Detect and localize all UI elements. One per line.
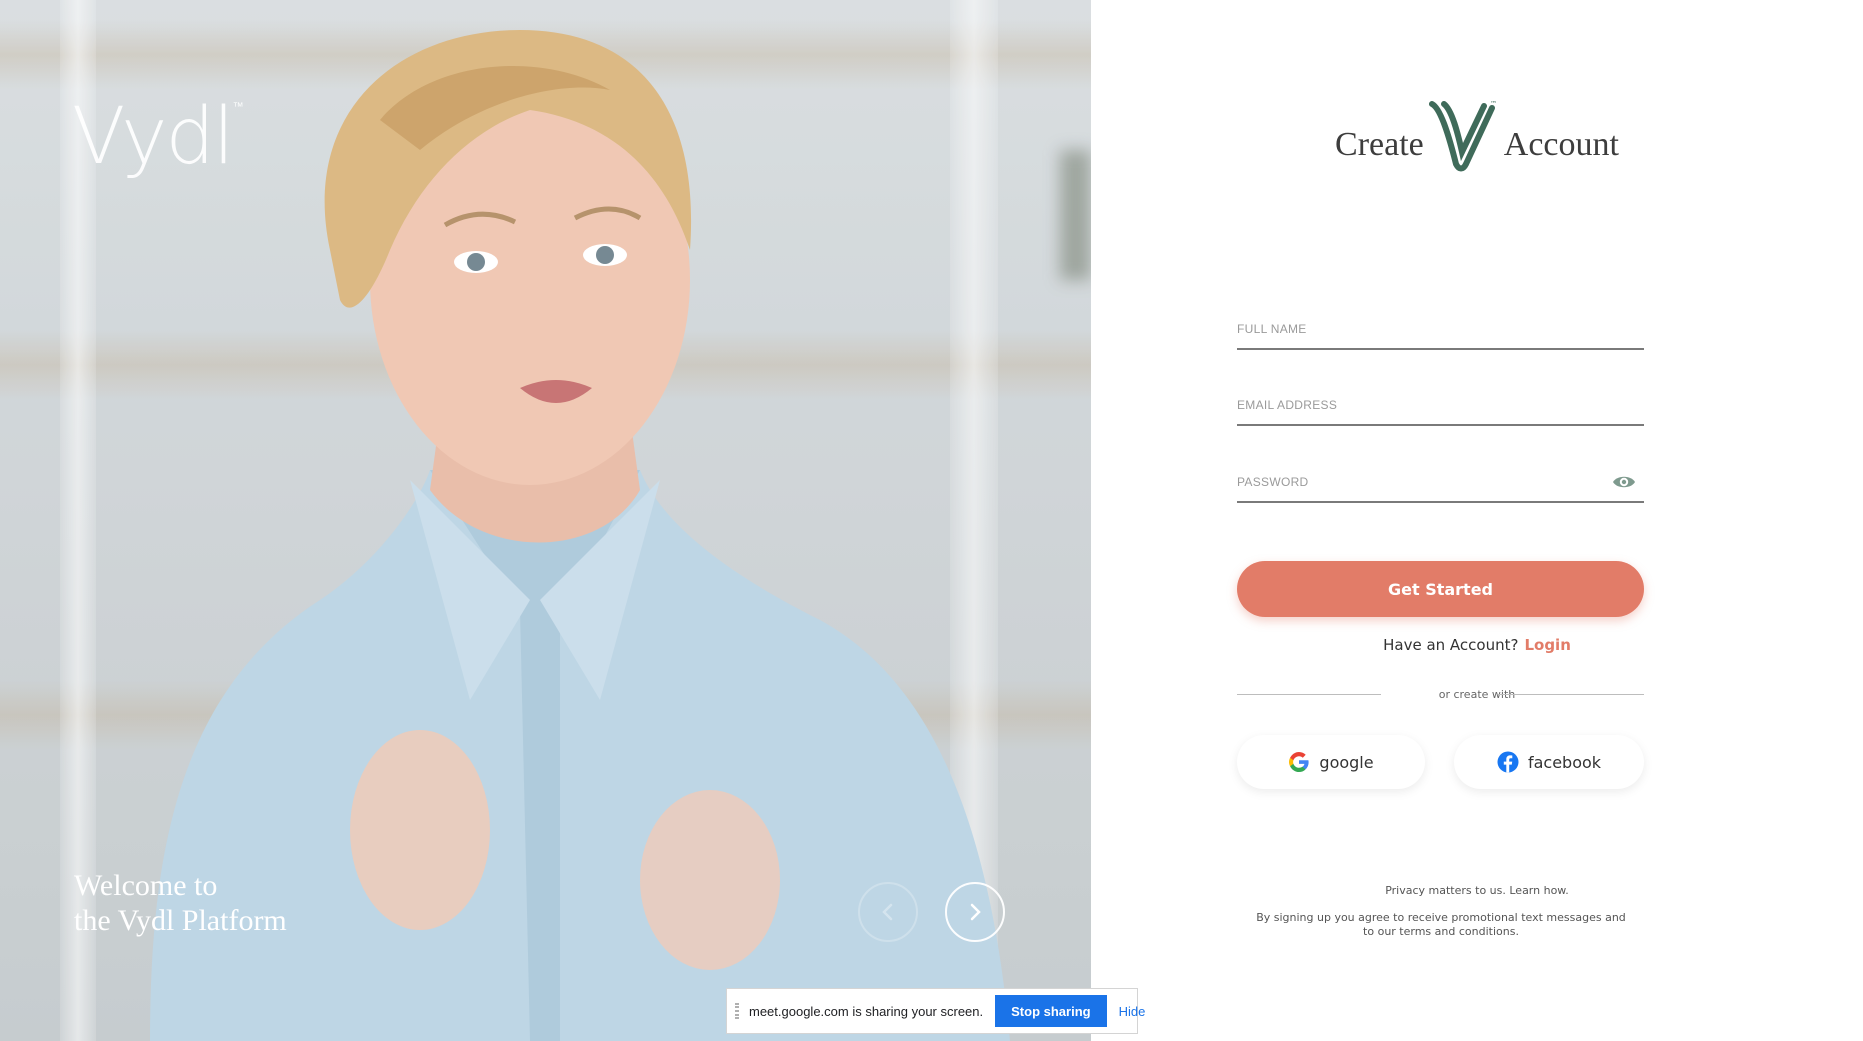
chevron-right-icon: [970, 903, 981, 921]
have-account-text: Have an Account?: [1383, 636, 1519, 654]
hide-button[interactable]: Hide: [1119, 1004, 1146, 1019]
email-field-wrapper: [1237, 386, 1644, 426]
email-input[interactable]: [1237, 386, 1644, 424]
title-left-word: Create: [1335, 126, 1424, 163]
vydl-logo: Vydl™: [72, 92, 244, 182]
welcome-heading: Welcome to the Vydl Platform: [74, 868, 287, 938]
hero-panel: Vydl™ Welcome to the Vydl Platform: [0, 0, 1091, 1041]
stop-sharing-button[interactable]: Stop sharing: [995, 995, 1107, 1027]
terms-text: By signing up you agree to receive promo…: [1256, 911, 1626, 938]
privacy-link[interactable]: Privacy matters to us. Learn how.: [1091, 884, 1863, 897]
share-message: meet.google.com is sharing your screen.: [749, 1003, 984, 1019]
full-name-field-wrapper: [1237, 310, 1644, 350]
chevron-left-icon: [882, 903, 893, 921]
password-field-wrapper: [1237, 463, 1644, 503]
welcome-line-1: Welcome to: [74, 869, 218, 902]
carousel-next-button[interactable]: [945, 882, 1005, 942]
or-create-with-text: or create with: [1438, 688, 1516, 701]
create-account-title: Create ™ Account: [1091, 95, 1863, 175]
title-right-word: Account: [1503, 126, 1619, 163]
welcome-line-2: the Vydl Platform: [74, 904, 287, 937]
vydl-v-logo-icon: ™: [1428, 100, 1497, 172]
facebook-signup-button[interactable]: facebook: [1454, 735, 1644, 789]
google-signup-button[interactable]: google: [1237, 735, 1425, 789]
drag-handle-icon[interactable]: [735, 1003, 739, 1019]
facebook-icon: [1497, 751, 1519, 773]
login-link[interactable]: Login: [1524, 636, 1570, 654]
get-started-button[interactable]: Get Started: [1237, 561, 1644, 617]
divider-right: [1498, 694, 1644, 695]
carousel-prev-button[interactable]: [858, 882, 918, 942]
signup-panel: Create ™ Account Get Started Have an Acc…: [1091, 0, 1863, 1041]
google-label: google: [1319, 752, 1374, 772]
google-icon: [1289, 752, 1310, 772]
screen-share-bar: meet.google.com is sharing your screen. …: [726, 988, 1145, 1034]
eye-icon[interactable]: [1612, 473, 1636, 491]
svg-text:™: ™: [1490, 100, 1497, 108]
facebook-label: facebook: [1527, 752, 1602, 772]
login-prompt: Have an Account? Login: [1091, 636, 1863, 654]
password-input[interactable]: [1237, 463, 1644, 501]
full-name-input[interactable]: [1237, 310, 1644, 348]
